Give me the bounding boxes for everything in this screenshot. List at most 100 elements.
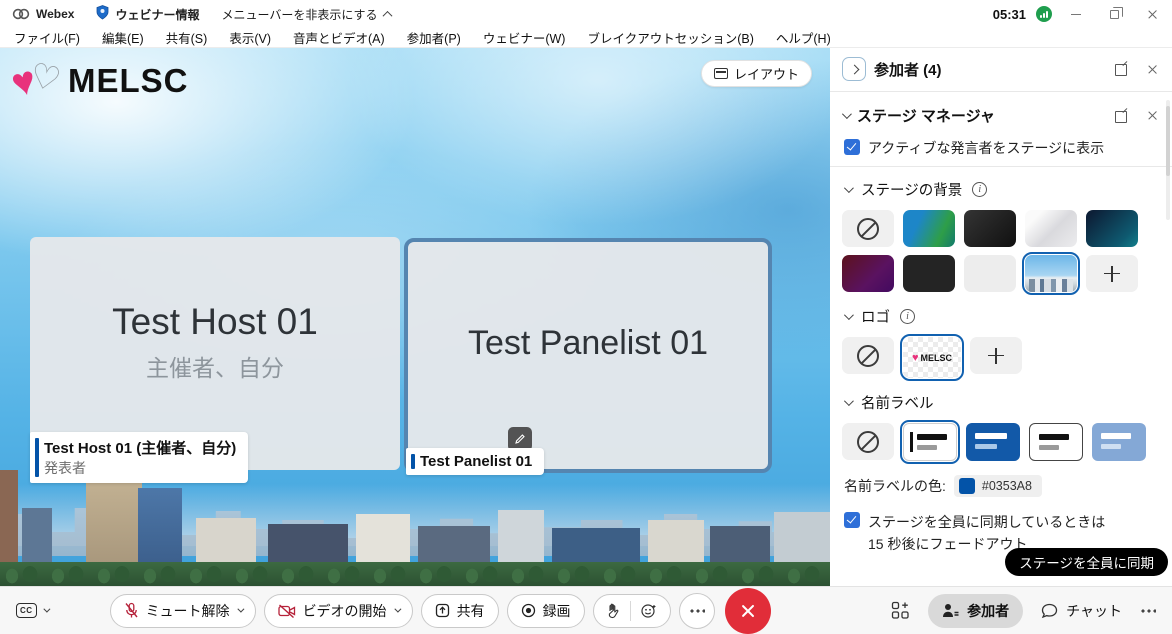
record-label: 録画	[543, 601, 571, 621]
mic-muted-icon	[124, 602, 139, 619]
more-panels-button[interactable]	[1140, 609, 1156, 613]
app-name: Webex	[36, 7, 74, 21]
background-purple-swatch[interactable]	[842, 255, 894, 292]
name-label-style-filled[interactable]	[966, 423, 1020, 461]
restore-button[interactable]	[1100, 3, 1128, 25]
logo-melsc-swatch-selected[interactable]: ♥ MELSC	[903, 337, 961, 378]
prohibited-icon	[857, 218, 879, 240]
minimize-button[interactable]	[1062, 3, 1090, 25]
chevron-down-icon[interactable]	[844, 183, 854, 193]
layout-button[interactable]: レイアウト	[701, 60, 812, 87]
emoji-reaction-icon[interactable]	[641, 603, 657, 619]
prohibited-icon	[857, 345, 879, 367]
sync-stage-button[interactable]: ステージを全員に同期	[1005, 548, 1168, 576]
chevron-up-icon	[382, 10, 392, 20]
active-speaker-checkbox-row[interactable]: アクティブな発言者をステージに表示	[830, 134, 1172, 164]
start-video-button[interactable]: ビデオの開始	[264, 594, 413, 628]
plus-icon	[988, 348, 1004, 364]
chat-button-label: チャット	[1066, 601, 1122, 621]
popout-icon[interactable]	[1115, 109, 1129, 123]
chat-panel-button[interactable]: チャット	[1041, 601, 1122, 621]
unmute-button[interactable]: ミュート解除	[110, 594, 256, 628]
close-button[interactable]	[1138, 3, 1166, 25]
active-speaker-checkbox[interactable]	[844, 139, 860, 155]
stage-brand-text: MELSC	[68, 62, 189, 100]
apps-button[interactable]	[891, 601, 910, 620]
participants-panel-button[interactable]: 参加者	[928, 594, 1023, 628]
info-icon[interactable]: i	[972, 182, 987, 197]
stage-manager-header: ステージ マネージャ	[830, 96, 1172, 134]
hide-menubar-label: メニューバーを非表示にする	[221, 6, 377, 23]
menu-help[interactable]: ヘルプ(H)	[776, 28, 831, 47]
chevron-right-icon	[849, 64, 859, 74]
chevron-down-icon[interactable]	[844, 310, 854, 320]
captions-button[interactable]: CC	[16, 603, 48, 618]
name-label-style-translucent[interactable]	[1092, 423, 1146, 461]
hide-menubar-button[interactable]: メニューバーを非表示にする	[221, 6, 390, 23]
minimize-icon	[1071, 14, 1081, 15]
add-background-button[interactable]	[1086, 255, 1138, 292]
menu-share[interactable]: 共有(S)	[166, 28, 208, 47]
background-cityscape-swatch-selected[interactable]	[1025, 255, 1077, 292]
menu-edit[interactable]: 編集(E)	[102, 28, 144, 47]
host-role-subtitle: 主催者、自分	[146, 349, 284, 383]
menu-breakout[interactable]: ブレイクアウトセッション(B)	[587, 28, 753, 47]
menu-participants[interactable]: 参加者(P)	[407, 28, 461, 47]
sync-fadeout-line2: 15 秒後にフェードアウト	[868, 536, 1027, 552]
start-video-label: ビデオの開始	[303, 601, 387, 621]
background-silver-swatch[interactable]	[1025, 210, 1077, 247]
chat-icon	[1041, 603, 1058, 619]
chevron-down-icon[interactable]	[842, 109, 852, 119]
name-label-color-label: 名前ラベルの色:	[844, 476, 946, 496]
sync-fadeout-line1: ステージを全員に同期しているときは	[868, 514, 1105, 530]
popout-icon[interactable]	[1115, 62, 1129, 76]
background-navy-teal-swatch[interactable]	[1086, 210, 1138, 247]
ellipsis-icon	[689, 609, 705, 613]
chevron-down-icon[interactable]	[237, 606, 244, 613]
shield-icon	[96, 5, 109, 23]
menu-webinar[interactable]: ウェビナー(W)	[483, 28, 566, 47]
record-button[interactable]: 録画	[507, 594, 585, 628]
background-black-swatch[interactable]	[964, 210, 1016, 247]
menu-audio-video[interactable]: 音声とビデオ(A)	[293, 28, 385, 47]
add-logo-button[interactable]	[970, 337, 1022, 374]
menu-file[interactable]: ファイル(F)	[14, 28, 80, 47]
webinar-info-label: ウェビナー情報	[115, 6, 199, 23]
share-button[interactable]: 共有	[421, 594, 499, 628]
logo-swatches: ♥ MELSC	[830, 333, 1160, 384]
background-lightgray-swatch[interactable]	[964, 255, 1016, 292]
menu-view[interactable]: 表示(V)	[229, 28, 271, 47]
unmute-label: ミュート解除	[146, 601, 230, 621]
window-titlebar: Webex ウェビナー情報 メニューバーを非表示にする 05:31	[0, 0, 1172, 28]
close-stage-manager-icon[interactable]	[1147, 110, 1158, 121]
camera-off-icon	[278, 604, 296, 618]
name-label-style-outline[interactable]	[1029, 423, 1083, 461]
layout-grid-icon	[714, 68, 728, 79]
close-participants-icon[interactable]	[1147, 64, 1158, 75]
name-label-none-swatch[interactable]	[842, 423, 894, 460]
background-none-swatch[interactable]	[842, 210, 894, 247]
panel-scrollbar-thumb[interactable]	[1166, 106, 1170, 176]
sync-fadeout-checkbox[interactable]	[844, 512, 860, 528]
raise-hand-icon[interactable]	[607, 603, 620, 619]
name-label-style-accent-bar-selected[interactable]	[903, 423, 957, 461]
melsc-heart-icon: ♥	[912, 352, 919, 364]
background-charcoal-swatch[interactable]	[903, 255, 955, 292]
more-options-button[interactable]	[679, 593, 715, 629]
restore-icon	[1110, 10, 1119, 19]
expand-participants-button[interactable]	[842, 57, 866, 81]
webinar-info-button[interactable]: ウェビナー情報	[96, 5, 199, 23]
logo-none-swatch[interactable]	[842, 337, 894, 374]
video-tile-panelist[interactable]: Test Panelist 01	[404, 238, 772, 473]
name-label-header: 名前ラベル	[830, 384, 1172, 419]
name-label-title: 名前ラベル	[861, 392, 934, 413]
info-icon[interactable]: i	[900, 309, 915, 324]
background-teal-green-swatch[interactable]	[903, 210, 955, 247]
chevron-down-icon[interactable]	[844, 396, 854, 406]
chevron-down-icon[interactable]	[394, 606, 401, 613]
host-display-name: Test Host 01	[112, 301, 318, 343]
connection-quality-icon[interactable]	[1036, 6, 1052, 22]
name-label-color-picker[interactable]: #0353A8	[954, 475, 1042, 497]
participants-panel-header: 参加者 (4)	[830, 48, 1172, 89]
leave-meeting-button[interactable]	[725, 588, 771, 634]
